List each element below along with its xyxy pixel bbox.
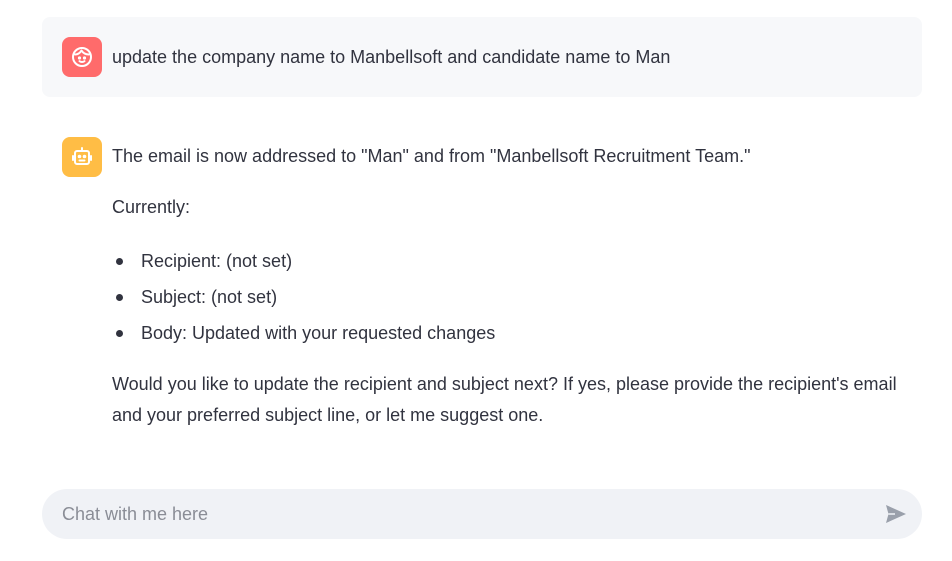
- assistant-currently-label: Currently:: [112, 197, 191, 217]
- assistant-closing: Would you like to update the recipient a…: [112, 374, 897, 425]
- send-button[interactable]: [882, 500, 910, 528]
- send-icon: [886, 505, 906, 523]
- list-item: Subject: (not set): [112, 279, 912, 315]
- list-item: Recipient: (not set): [112, 243, 912, 279]
- assistant-message: The email is now addressed to "Man" and …: [112, 141, 912, 431]
- assistant-intro: The email is now addressed to "Man" and …: [112, 146, 751, 166]
- chat-page: update the company name to Manbellsoft a…: [0, 0, 952, 561]
- user-avatar: [62, 37, 102, 77]
- status-list: Recipient: (not set) Subject: (not set) …: [112, 243, 912, 351]
- list-item: Body: Updated with your requested change…: [112, 315, 912, 351]
- chat-input-bar: [42, 489, 922, 539]
- user-message-text: update the company name to Manbellsoft a…: [112, 47, 671, 67]
- user-face-icon: [72, 47, 92, 67]
- chat-input[interactable]: [62, 489, 862, 539]
- assistant-avatar: [62, 137, 102, 177]
- robot-icon: [72, 147, 92, 165]
- user-message: update the company name to Manbellsoft a…: [42, 17, 922, 97]
